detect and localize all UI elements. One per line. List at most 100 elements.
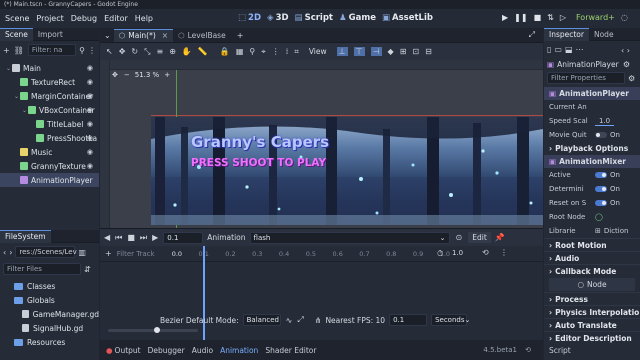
toggle-switch[interactable]	[595, 186, 607, 192]
tab-main[interactable]: ⬡ Main(*) ×	[113, 28, 174, 42]
filesystem-item[interactable]: Globals	[0, 293, 99, 307]
pan-tool-icon[interactable]: ✋	[182, 47, 192, 56]
inspector-property-row[interactable]: Active On	[544, 168, 640, 182]
history-icon[interactable]: ⟲	[525, 346, 531, 354]
workspace-script[interactable]: ▤ Script	[295, 13, 333, 23]
tab-filesystem[interactable]: FileSystem	[0, 229, 51, 243]
toggle-switch[interactable]	[595, 132, 607, 138]
tab-debugger[interactable]: Debugger	[148, 346, 185, 355]
workspace-3d[interactable]: ◈ 3D	[267, 13, 289, 23]
tab-node[interactable]: Node	[589, 28, 619, 41]
play-animation-icon[interactable]: ▶	[152, 233, 158, 242]
script-property[interactable]: Script	[544, 344, 640, 357]
forward-icon[interactable]: ›	[9, 248, 12, 257]
inspector-filter-input[interactable]: Filter Properties	[547, 72, 625, 84]
object-menu-icon[interactable]: ⚙	[623, 60, 630, 69]
skeleton-icon[interactable]: ⁞	[286, 47, 289, 56]
filter-icon[interactable]: ⚲	[79, 46, 85, 55]
tab-output[interactable]: ● Output	[106, 346, 141, 355]
play-from-start-icon[interactable]: ⏭	[140, 233, 147, 243]
inspector-section[interactable]: › Physics Interpolation	[544, 305, 640, 318]
filesystem-item[interactable]: SignalHub.gd	[0, 321, 99, 335]
fit-icon[interactable]: ⤢	[297, 315, 303, 325]
close-tab-icon[interactable]: ×	[162, 31, 168, 40]
history-back-icon[interactable]: ‹ ›	[621, 46, 630, 55]
tab-audio[interactable]: Audio	[192, 346, 213, 355]
scale-tool-icon[interactable]: ⤡	[144, 47, 150, 57]
scene-tree-node[interactable]: TextureRect ◉	[0, 75, 99, 89]
tab-scene[interactable]: Scene	[0, 27, 33, 41]
move-tool-icon[interactable]: ✥	[119, 47, 126, 56]
toggle-switch[interactable]	[595, 172, 607, 178]
animation-menu-icon[interactable]: ⋮	[500, 248, 508, 257]
tab-import[interactable]: Import	[33, 28, 68, 41]
filesystem-item[interactable]: GameManager.gd	[0, 307, 99, 321]
timeline-zoom-slider[interactable]	[108, 327, 198, 333]
play-backwards-icon[interactable]: ◀	[104, 233, 110, 242]
filesystem-filter-input[interactable]: Filter Files	[3, 263, 81, 275]
snap-icon[interactable]: ⋔	[315, 316, 322, 325]
group-icon[interactable]: ▦	[236, 47, 244, 56]
bezier-icon[interactable]: ∿	[286, 316, 293, 325]
inspector-section[interactable]: › Auto Translate	[544, 318, 640, 331]
visibility-eye-icon[interactable]: ◉	[87, 106, 93, 114]
menu-project[interactable]: Project	[36, 14, 63, 23]
renderer-select[interactable]: Forward+	[576, 13, 615, 22]
add-track-icon[interactable]: +	[105, 249, 112, 258]
toggle-switch[interactable]	[595, 200, 607, 206]
select-tool-icon[interactable]: ↖	[106, 47, 113, 56]
filesystem-item[interactable]: Resources	[0, 335, 99, 349]
workspace-2d[interactable]: ⬚ 2D	[238, 13, 261, 23]
menu-debug[interactable]: Debug	[71, 14, 97, 23]
anchor-right-icon[interactable]: ⊣	[370, 47, 382, 56]
back-icon[interactable]: ‹	[3, 248, 6, 257]
visibility-eye-icon[interactable]: ◉	[87, 92, 93, 100]
visibility-eye-icon[interactable]: ◉	[87, 162, 93, 170]
tab-levelbase[interactable]: ⬡ LevelBase	[173, 29, 231, 42]
callback-node-button[interactable]: ○ Node	[549, 278, 635, 291]
pivot-tool-icon[interactable]: ⊕	[169, 47, 176, 56]
rotate-tool-icon[interactable]: ↻	[131, 47, 138, 56]
view-menu[interactable]: View	[309, 47, 327, 56]
insert-key-icon[interactable]: ⊡	[412, 47, 419, 56]
menu-scene[interactable]: Scene	[5, 14, 29, 23]
edit-animation-button[interactable]: Edit	[468, 232, 491, 243]
sort-icon[interactable]: ⇵	[84, 265, 91, 274]
visibility-eye-icon[interactable]: ◉	[87, 134, 93, 142]
scene-tabs-menu-icon[interactable]: ⌄	[104, 31, 111, 40]
tab-inspector[interactable]: Inspector	[544, 28, 589, 41]
camera-icon[interactable]: ⌗	[294, 47, 299, 57]
visibility-eye-icon[interactable]: ◉	[87, 120, 93, 128]
scene-tree-node[interactable]: ⌄ VBoxContainer ◉	[0, 103, 99, 117]
tab-shader-editor[interactable]: Shader Editor	[265, 346, 316, 355]
snap-unit-select[interactable]: Seconds ⌄	[431, 314, 470, 326]
inspector-property-row[interactable]: Determini On	[544, 182, 640, 196]
pause-icon[interactable]: ❚❚	[514, 13, 527, 22]
timeline-ruler[interactable]: 0.00.10.20.30.40.50.60.70.80.91.0	[172, 250, 450, 260]
inspector-property-row[interactable]: Speed Scal 1.0	[544, 114, 640, 128]
save-resource-icon[interactable]: ⬓	[565, 45, 573, 54]
inspector-section[interactable]: › Audio	[544, 251, 640, 264]
playback-options-section[interactable]: › Playback Options	[544, 142, 640, 155]
inspector-object-row[interactable]: ▣ AnimationPlayer ⚙	[544, 57, 640, 71]
anchor-center-icon[interactable]: ⊤	[353, 47, 365, 56]
more-icon[interactable]: ⋮	[88, 46, 96, 55]
lock-icon[interactable]: 🔒	[220, 47, 230, 56]
split-view-icon[interactable]: ▥	[78, 248, 86, 257]
loop-icon[interactable]: ⟲	[482, 248, 489, 257]
workspace-assetlib[interactable]: ▣ AssetLib	[382, 13, 433, 23]
new-resource-icon[interactable]: ▯	[547, 45, 551, 54]
remote-debug-icon[interactable]: ⇅	[547, 13, 554, 22]
visibility-eye-icon[interactable]: ◉	[87, 78, 93, 86]
auto-key-icon[interactable]: ⊟	[425, 47, 432, 56]
play-icon[interactable]: ▶	[502, 13, 508, 22]
filter-tracks-input[interactable]: Filter Track	[117, 250, 172, 258]
keyframe-icon[interactable]: ◆	[388, 47, 394, 56]
play-scene-icon[interactable]: ▷	[560, 13, 566, 22]
property-value[interactable]: 1.0	[595, 117, 615, 126]
snap-icon[interactable]: ⌖	[261, 47, 266, 57]
inspector-property-row[interactable]: Root Node ◯	[544, 210, 640, 224]
property-value[interactable]: On	[595, 131, 620, 139]
scene-tree-node[interactable]: PressShootLa ◉	[0, 131, 99, 145]
autoplay-icon[interactable]: ⊙	[456, 233, 463, 242]
